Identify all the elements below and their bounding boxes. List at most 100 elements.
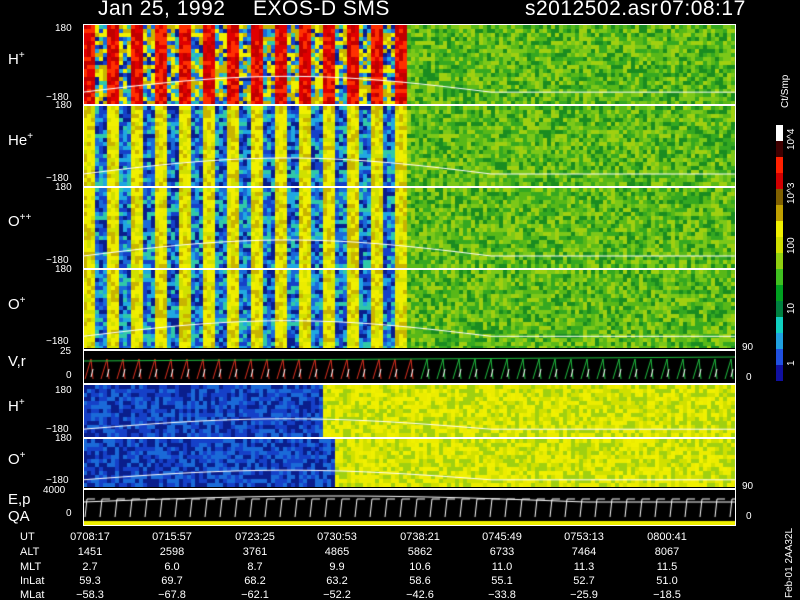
x-axis-cell-alt: 2598: [159, 546, 185, 558]
y-tick-label: 25: [60, 346, 72, 357]
x-axis-cell-inlat: 69.7: [161, 575, 183, 587]
panel-h-plus-lower: [83, 385, 736, 437]
x-axis-cell-mlt: 2.7: [82, 561, 98, 573]
x-axis-cell-mlt: 11.3: [573, 561, 595, 573]
sms-spectrogram-figure: Jan 25, 1992 EXOS-D SMS s2012502.asr 07:…: [0, 0, 800, 600]
colorbar-segment: [776, 125, 783, 142]
x-axis-cell-ut: 0723:25: [235, 531, 275, 543]
colorbar-segment: [776, 364, 783, 381]
y-tick-label: 0: [66, 370, 72, 381]
x-axis-cell-inlat: 52.7: [573, 575, 595, 587]
colorbar-segment: [776, 204, 783, 222]
row-label-ut: UT: [20, 531, 35, 543]
panel-velocity: [83, 351, 736, 383]
footer-code: Feb-01 2AA32L: [784, 527, 795, 598]
colorbar-label: Ct/Smp: [780, 74, 791, 108]
x-axis-cell-mlt: 6.0: [164, 561, 180, 573]
colorbar-segment: [776, 348, 783, 365]
colorbar-segment: [776, 236, 783, 253]
row-label-alt: ALT: [20, 546, 40, 558]
x-axis-cell-mlat: −58.3: [76, 589, 104, 600]
colorbar-segment: [776, 188, 783, 206]
colorbar-segment: [776, 332, 783, 349]
panel-h-plus-pitch: [83, 25, 736, 104]
panel-label-o-plus-plus: O++: [8, 212, 32, 230]
title-time: 07:08:17: [660, 0, 746, 20]
x-axis-cell-ut: 0708:17: [70, 531, 110, 543]
x-axis-cell-alt: 3761: [242, 546, 268, 558]
title-date: Jan 25, 1992: [98, 0, 226, 20]
panel-label-h-plus: H+: [8, 50, 25, 68]
colorbar-tick-10000: 10^4: [786, 128, 797, 150]
x-axis-cell-mlt: 10.6: [409, 561, 431, 573]
x-axis-cell-alt: 7464: [571, 546, 597, 558]
panel-o-plus-plus-pitch: [83, 188, 736, 268]
x-axis-cell-mlat: −25.9: [570, 589, 598, 600]
x-axis-cell-ut: 0753:13: [564, 531, 604, 543]
x-axis-cell-alt: 4865: [324, 546, 350, 558]
x-axis-cell-ut: 0745:49: [482, 531, 522, 543]
colorbar-segment: [776, 220, 783, 238]
panel-label-he-plus: He+: [8, 131, 34, 149]
x-axis-cell-mlt: 11.0: [491, 561, 513, 573]
colorbar-segment: [776, 316, 783, 333]
right-tick-label: 90: [742, 342, 754, 353]
x-axis-cell-mlat: −42.6: [406, 589, 434, 600]
x-axis-cell-inlat: 63.2: [326, 575, 348, 587]
panel-energy-qa: [83, 490, 736, 525]
x-axis-cell-alt: 5862: [407, 546, 433, 558]
x-axis-cell-alt: 6733: [489, 546, 515, 558]
right-tick-label: 0: [746, 511, 752, 522]
row-label-mlt: MLT: [20, 561, 42, 573]
panel-label-o-plus: O+: [8, 295, 26, 313]
y-tick-label: 180: [55, 433, 72, 444]
x-axis-cell-mlat: −18.5: [653, 589, 681, 600]
row-label-inlat: InLat: [20, 575, 45, 587]
x-axis-cell-ut: 0730:53: [317, 531, 357, 543]
y-tick-label: 180: [55, 182, 72, 193]
colorbar-segment: [776, 172, 783, 190]
title-mission: EXOS-D SMS: [253, 0, 390, 20]
x-axis-cell-mlat: −52.2: [323, 589, 351, 600]
colorbar-tick-100: 100: [786, 237, 797, 254]
x-axis-cell-mlt: 9.9: [329, 561, 345, 573]
x-axis-cell-inlat: 55.1: [491, 575, 513, 587]
right-tick-label: 0: [746, 372, 752, 383]
x-axis-cell-inlat: 59.3: [79, 575, 101, 587]
y-tick-label: 180: [55, 100, 72, 111]
x-axis-cell-ut: 0715:57: [152, 531, 192, 543]
row-label-mlat: MLat: [20, 589, 45, 600]
panel-label-o-plus-lower: O+: [8, 450, 26, 468]
x-axis-cell-mlat: −33.8: [488, 589, 516, 600]
title-file: s2012502.asr: [525, 0, 659, 20]
x-axis-cell-mlt: 11.5: [656, 561, 678, 573]
y-tick-label: 180: [55, 23, 72, 34]
x-axis-cell-ut: 0738:21: [400, 531, 440, 543]
x-axis-cell-alt: 1451: [77, 546, 103, 558]
colorbar-segment: [776, 300, 783, 317]
x-axis-cell-inlat: 58.6: [409, 575, 431, 587]
x-axis-cell-mlat: −67.8: [158, 589, 186, 600]
x-axis-cell-mlat: −62.1: [241, 589, 269, 600]
y-tick-label: 4000: [43, 485, 66, 496]
panel-label-h-plus-lower: H+: [8, 397, 25, 415]
colorbar-segment: [776, 140, 783, 158]
panel-label-qa: QA: [8, 508, 30, 525]
panel-label-energy: E,p: [8, 491, 31, 508]
panel-he-plus-pitch: [83, 106, 736, 186]
colorbar-tick-1000: 10^3: [786, 182, 797, 204]
y-tick-label: 180: [55, 385, 72, 396]
y-tick-label: 0: [66, 508, 72, 519]
colorbar-segment: [776, 284, 783, 301]
colorbar-tick-10: 10: [786, 302, 797, 314]
right-tick-label: 90: [742, 481, 754, 492]
panel-o-plus-lower: [83, 439, 736, 487]
colorbar-segment: [776, 268, 783, 285]
panel-o-plus-pitch: [83, 270, 736, 348]
colorbar-segment: [776, 252, 783, 269]
x-axis-cell-ut: 0800:41: [647, 531, 687, 543]
panel-label-velocity: V,r: [8, 353, 26, 370]
x-axis-cell-alt: 8067: [654, 546, 680, 558]
y-tick-label: 180: [55, 264, 72, 275]
x-axis-cell-inlat: 51.0: [656, 575, 678, 587]
